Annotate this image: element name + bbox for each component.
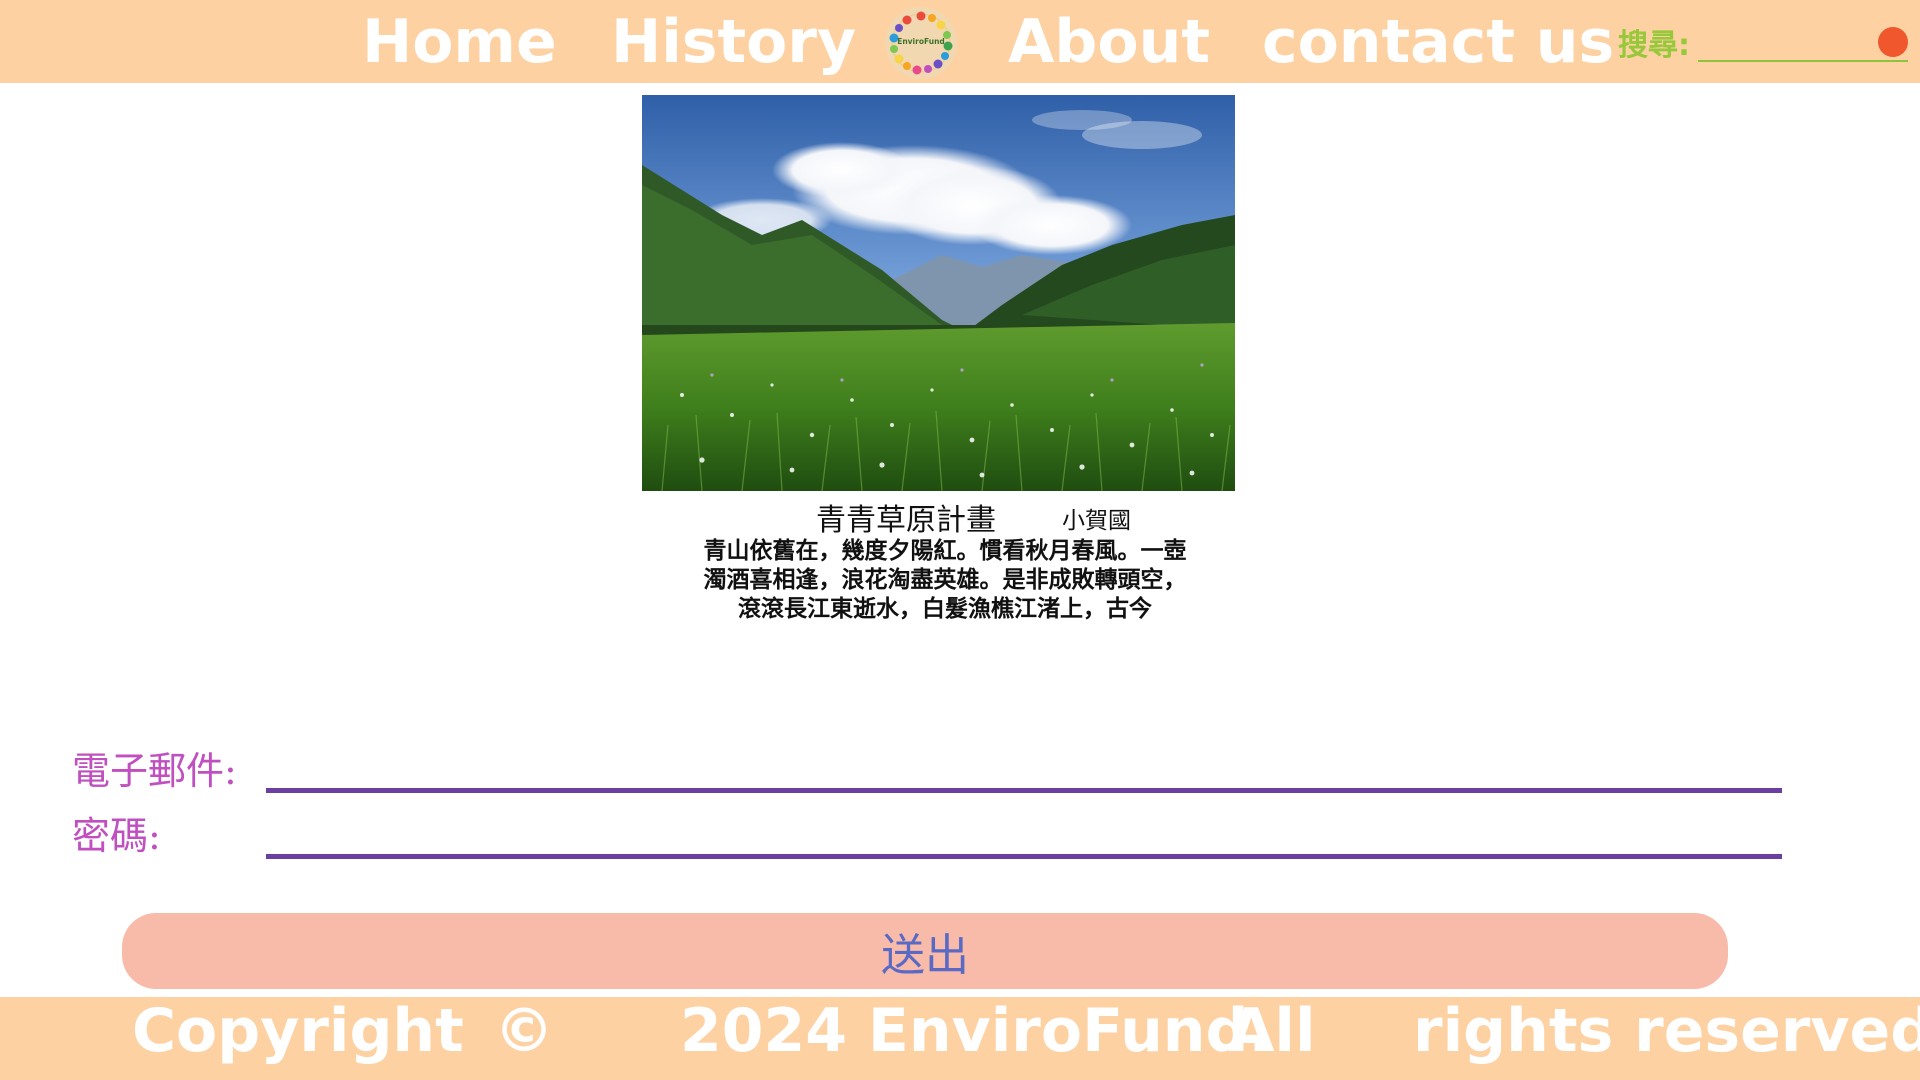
hero-image [642, 95, 1235, 491]
copyright-symbol: © [494, 996, 554, 1066]
copyright-all: All [1228, 996, 1316, 1066]
search-input[interactable] [1698, 26, 1908, 62]
top-nav-bar: Home History EnviroFund About contact us… [0, 0, 1920, 83]
email-label: 電子郵件: [72, 749, 237, 793]
envirofund-logo[interactable]: EnviroFund [885, 7, 957, 79]
project-author: 小賀國 [1062, 508, 1131, 534]
copyright-rights-reserved: rights reserved [1413, 996, 1920, 1066]
nav-contact-link[interactable]: contact us [1262, 4, 1614, 80]
search-label: 搜尋: [1618, 28, 1690, 63]
search-button[interactable] [1878, 27, 1908, 57]
page: Home History EnviroFund About contact us… [0, 0, 1920, 1080]
password-field[interactable] [266, 815, 1782, 859]
copyright-year-brand: 2024 EnviroFund. [680, 996, 1272, 1066]
nav-home-link[interactable]: Home [362, 4, 557, 80]
email-field[interactable] [266, 749, 1782, 793]
submit-button[interactable]: 送出 [122, 913, 1728, 989]
password-label: 密碼: [72, 814, 161, 858]
footer-bar: Copyright © 2024 EnviroFund. All rights … [0, 997, 1920, 1080]
meadow-landscape-image [642, 95, 1235, 491]
logo-wordmark: EnviroFund [897, 37, 945, 46]
project-description: 青山依舊在，幾度夕陽紅。慣看秋月春風。一壺濁酒喜相逢，浪花淘盡英雄。是非成敗轉頭… [703, 538, 1187, 622]
project-title: 青青草原計畫 [816, 503, 996, 538]
nav-about-link[interactable]: About [1008, 4, 1210, 80]
nav-history-link[interactable]: History [611, 4, 856, 80]
copyright-word: Copyright [132, 996, 464, 1066]
